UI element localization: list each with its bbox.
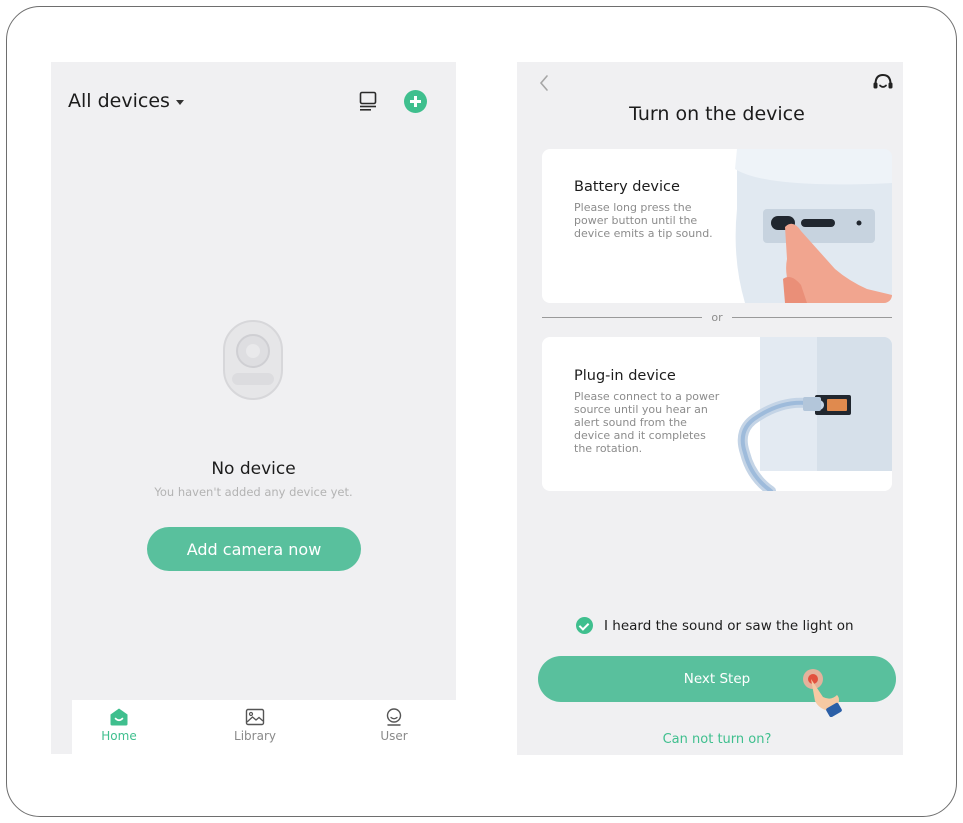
- separator-line: [731, 316, 893, 318]
- battery-device-card: Battery device Please long press the pow…: [542, 149, 892, 303]
- check-circle-icon[interactable]: [576, 617, 593, 634]
- tab-label: Home: [101, 729, 137, 743]
- confirm-checkbox-row[interactable]: I heard the sound or saw the light on: [576, 617, 854, 634]
- tab-home[interactable]: Home: [79, 707, 159, 743]
- add-circle-icon[interactable]: [404, 90, 427, 113]
- dropdown-label: All devices: [68, 90, 170, 112]
- tab-user[interactable]: User: [354, 707, 434, 743]
- separator-line: [542, 316, 703, 318]
- separator-text: or: [711, 310, 723, 324]
- empty-state-subtitle: You haven't added any device yet.: [154, 485, 353, 499]
- turn-on-device-screen: Turn on the device Battery device Please…: [517, 62, 903, 755]
- home-screen: All devices No device You haven't added …: [51, 62, 456, 754]
- empty-state-title: No device: [211, 459, 296, 479]
- user-icon: [386, 708, 402, 726]
- plug-in-device-card: Plug-in device Please connect to a power…: [542, 337, 892, 491]
- bottom-tab-bar: Home Library User: [72, 700, 456, 754]
- tap-hand-icon: [803, 669, 842, 717]
- image-icon: [245, 708, 265, 726]
- battery-device-illustration: [727, 149, 892, 303]
- cannot-turn-on-link[interactable]: Can not turn on?: [517, 732, 917, 747]
- all-devices-dropdown[interactable]: All devices: [68, 90, 184, 112]
- card-title: Battery device: [574, 179, 680, 195]
- confirm-label: I heard the sound or saw the light on: [604, 617, 854, 634]
- card-description: Please connect to a power source until y…: [574, 390, 720, 455]
- page-title: Turn on the device: [629, 103, 805, 125]
- back-chevron-icon[interactable]: [537, 74, 551, 92]
- home-icon: [110, 708, 128, 726]
- or-separator: or: [542, 310, 893, 324]
- add-camera-button[interactable]: Add camera now: [147, 527, 361, 571]
- camera-placeholder-icon: [223, 320, 283, 400]
- tab-label: User: [380, 729, 408, 743]
- caret-down-icon: [175, 100, 184, 105]
- list-view-icon[interactable]: [359, 91, 377, 111]
- tab-library[interactable]: Library: [215, 707, 295, 743]
- headset-support-icon[interactable]: [872, 72, 894, 94]
- card-title: Plug-in device: [574, 368, 676, 384]
- plug-in-device-illustration: [727, 337, 892, 491]
- tab-label: Library: [234, 729, 276, 743]
- card-description: Please long press the power button until…: [574, 201, 713, 240]
